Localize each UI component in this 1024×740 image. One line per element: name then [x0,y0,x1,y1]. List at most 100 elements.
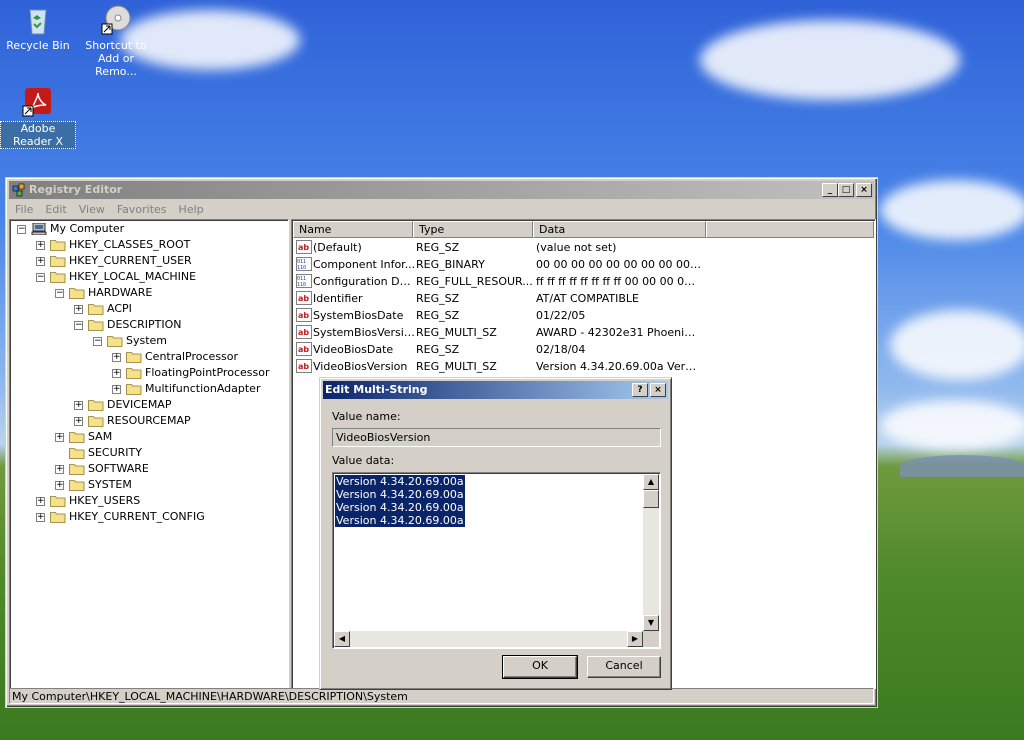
dialog-close-button[interactable]: × [650,383,666,397]
tree-node[interactable]: + CentralProcessor [112,349,288,365]
expand-icon[interactable]: + [36,513,45,522]
menu-view[interactable]: View [73,200,111,218]
window-titlebar[interactable]: Registry Editor _ □ × [9,181,874,199]
tree-node[interactable]: + SAM [55,429,288,445]
expand-icon[interactable]: + [74,305,83,314]
value-type-cell: REG_MULTI_SZ [416,326,497,339]
folder-icon [69,479,85,491]
folder-icon [88,319,104,331]
expand-icon[interactable]: + [55,481,64,490]
menu-help[interactable]: Help [173,200,210,218]
column-header-data[interactable]: Data [533,221,706,238]
folder-icon [69,447,85,459]
collapse-icon[interactable]: − [36,273,45,282]
value-row[interactable]: ab SystemBiosDate REG_SZ 01/22/05 [296,307,701,324]
ok-button[interactable]: OK [502,655,578,679]
collapse-icon[interactable]: − [55,289,64,298]
vertical-scroll-thumb[interactable] [643,490,659,508]
key-tree-pane[interactable]: − My Computer + HKEY_CLASSES_ROOT + HKEY_CURR… [9,219,289,689]
scroll-right-arrow-icon[interactable]: ▶ [627,631,643,647]
wallpaper-cloud [880,180,1024,240]
minimize-button[interactable]: _ [822,183,838,197]
value-data-textarea[interactable]: Version 4.34.20.69.00a Version 4.34.20.6… [332,472,661,649]
desktop-icon-adobe-reader[interactable]: Adobe Reader X [0,86,76,149]
tree-node[interactable]: + FloatingPointProcessor [112,365,288,381]
menu-favorites[interactable]: Favorites [111,200,173,218]
folder-icon [88,303,104,315]
folder-icon [50,511,66,523]
tree-node[interactable]: − DESCRIPTION [74,317,288,333]
computer-icon [31,222,47,236]
tree-node[interactable]: − My Computer [17,221,277,237]
expand-icon[interactable]: + [55,433,64,442]
value-row[interactable]: 011 110 Configuration Data REG_FULL_RESOUR.… [296,273,701,290]
folder-icon [50,495,66,507]
tree-node[interactable]: − System [93,333,288,349]
menu-file[interactable]: File [9,200,39,218]
desktop-icon-label: Adobe Reader X [0,121,76,149]
folder-icon [50,271,66,283]
value-row[interactable]: ab VideoBiosDate REG_SZ 02/18/04 [296,341,701,358]
value-row[interactable]: ab SystemBiosVersion REG_MULTI_SZ AWARD - 4… [296,324,701,341]
menu-edit[interactable]: Edit [39,200,72,218]
tree-node[interactable]: + HKEY_CURRENT_USER [36,253,288,269]
folder-icon [50,239,66,251]
scroll-up-arrow-icon[interactable]: ▲ [643,474,659,490]
expand-icon[interactable]: + [112,353,121,362]
value-data-line: Version 4.34.20.69.00a [335,488,465,501]
svg-text:ab: ab [298,311,309,320]
tree-node-label: DEVICEMAP [107,398,172,411]
value-row[interactable]: ab Identifier REG_SZ AT/AT COMPATIBLE [296,290,701,307]
binary-value-icon: 011 110 [296,257,312,271]
tree-node[interactable]: SECURITY [55,445,288,461]
tree-node[interactable]: + HKEY_CLASSES_ROOT [36,237,288,253]
tree-node[interactable]: + SYSTEM [55,477,288,493]
wallpaper-hill [900,455,1024,477]
tree-node[interactable]: + SOFTWARE [55,461,288,477]
expand-icon[interactable]: + [112,385,121,394]
folder-icon [69,287,85,299]
horizontal-scrollbar[interactable]: ◀ ▶ [334,631,643,647]
collapse-icon[interactable]: − [93,337,102,346]
tree-node[interactable]: − HKEY_LOCAL_MACHINE [36,269,288,285]
expand-icon[interactable]: + [74,401,83,410]
close-button[interactable]: × [856,183,872,197]
desktop-icon-add-remove[interactable]: Shortcut to Add or Remo... [78,4,154,78]
svg-text:ab: ab [298,294,309,303]
column-header-name[interactable]: Name [293,221,413,238]
tree-node[interactable]: + RESOURCEMAP [74,413,288,429]
tree-node[interactable]: + ACPI [74,301,288,317]
value-name-field[interactable]: VideoBiosVersion [332,428,661,447]
collapse-icon[interactable]: − [17,225,26,234]
value-row[interactable]: 011 110 Component Infor... REG_BINARY 00 00 … [296,256,701,273]
tree-node-label: HKEY_USERS [69,494,141,507]
expand-icon[interactable]: + [36,497,45,506]
vertical-scrollbar[interactable]: ▲ ▼ [643,474,659,631]
dialog-titlebar[interactable]: Edit Multi-String ? × [323,381,668,399]
column-header-type[interactable]: Type [413,221,533,238]
string-value-icon: ab [296,325,312,339]
tree-node[interactable]: − HARDWARE [55,285,288,301]
expand-icon[interactable]: + [36,241,45,250]
tree-node[interactable]: + HKEY_CURRENT_CONFIG [36,509,288,525]
tree-node-label: HARDWARE [88,286,153,299]
value-row[interactable]: ab VideoBiosVersion REG_MULTI_SZ Version 4.… [296,358,701,375]
desktop-icon-recycle-bin[interactable]: Recycle Bin [0,4,76,52]
tree-node[interactable]: + MultifunctionAdapter [112,381,288,397]
cancel-button[interactable]: Cancel [587,656,661,678]
maximize-button[interactable]: □ [838,183,854,197]
scroll-left-arrow-icon[interactable]: ◀ [334,631,350,647]
expand-icon[interactable]: + [55,465,64,474]
folder-icon [126,383,142,395]
collapse-icon[interactable]: − [74,321,83,330]
expand-icon[interactable]: + [36,257,45,266]
expand-icon[interactable]: + [112,369,121,378]
help-button[interactable]: ? [632,383,648,397]
tree-node[interactable]: + DEVICEMAP [74,397,288,413]
expand-icon[interactable]: + [74,417,83,426]
folder-icon [50,255,66,267]
value-row[interactable]: ab (Default) REG_SZ (value not set) [296,239,701,256]
add-remove-programs-icon [100,4,132,36]
scroll-down-arrow-icon[interactable]: ▼ [643,615,659,631]
tree-node[interactable]: + HKEY_USERS [36,493,288,509]
